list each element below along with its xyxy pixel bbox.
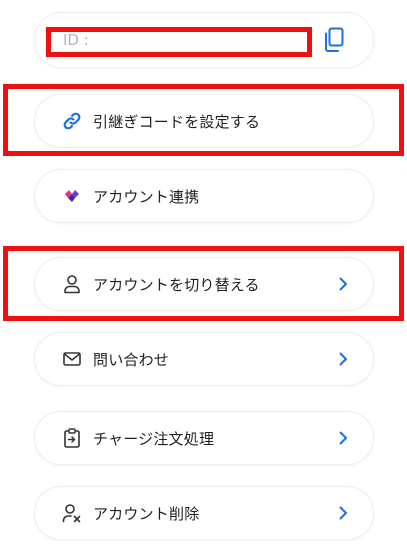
menu-item-label: アカウント削除	[93, 504, 200, 523]
chevron-right-icon	[337, 430, 349, 446]
link-icon	[61, 110, 83, 132]
account-settings-page: ID : 引継ぎコードを設定する アカウント連携 アカウントを切り替える 問い合…	[0, 0, 407, 550]
menu-item-account-link[interactable]: アカウント連携	[34, 169, 374, 223]
diamond-logo-icon	[61, 185, 83, 207]
user-icon	[61, 273, 83, 295]
chevron-right-icon	[337, 505, 349, 521]
mail-icon	[61, 348, 83, 370]
chevron-right-icon	[337, 351, 349, 367]
menu-item-contact[interactable]: 問い合わせ	[34, 332, 374, 386]
menu-item-label: 引継ぎコードを設定する	[93, 112, 261, 131]
menu-item-label: 問い合わせ	[93, 350, 170, 369]
user-id-row: ID :	[34, 12, 374, 68]
copy-icon	[325, 27, 344, 52]
chevron-right-icon	[337, 276, 349, 292]
clipboard-arrow-icon	[61, 427, 83, 449]
menu-item-label: アカウント連携	[93, 187, 200, 206]
copy-id-button[interactable]	[321, 25, 347, 55]
user-id-label: ID :	[63, 31, 89, 49]
menu-item-label: アカウントを切り替える	[93, 275, 260, 294]
menu-item-charge-orders[interactable]: チャージ注文処理	[34, 411, 374, 465]
user-remove-icon	[61, 502, 83, 524]
menu-item-set-transfer-code[interactable]: 引継ぎコードを設定する	[34, 94, 374, 148]
menu-item-delete-account[interactable]: アカウント削除	[34, 486, 374, 540]
menu-item-label: チャージ注文処理	[93, 429, 215, 448]
menu-item-switch-account[interactable]: アカウントを切り替える	[34, 257, 374, 311]
